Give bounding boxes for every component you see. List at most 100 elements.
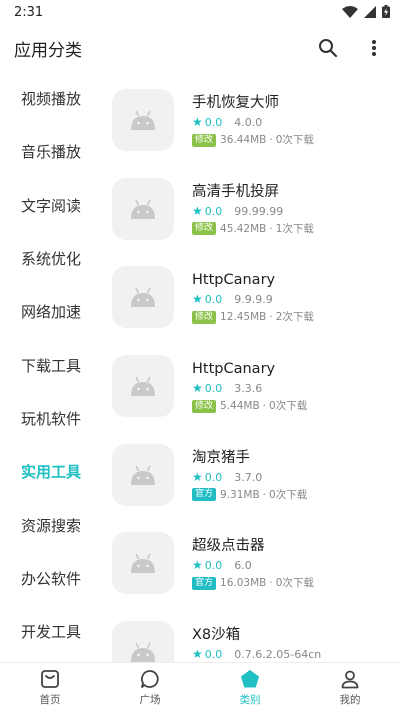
app-downloads: 0次下载 [275, 577, 314, 590]
app-rating: 0.0 [204, 116, 223, 129]
android-icon [131, 642, 155, 662]
android-icon [131, 288, 155, 308]
app-downloads: 1次下载 [275, 222, 314, 235]
app-icon [112, 177, 174, 240]
app-name: X8沙箱 [192, 627, 241, 644]
star-icon: ★ [192, 115, 203, 129]
android-icon [131, 110, 155, 130]
star-icon: ★ [192, 647, 203, 662]
app-version: 6.0 [234, 559, 252, 573]
mod-badge: 修改 [192, 133, 217, 147]
category-sidebar: 视频播放 音乐播放 文字阅读 系统优化 网络加速 下载工具 玩机软件 实用工具 … [0, 72, 100, 662]
sidebar-item-utilities[interactable]: 实用工具 [0, 445, 100, 498]
star-icon: ★ [192, 469, 203, 484]
list-item[interactable]: 超级点击器 ★ 0.0 6.0 官方 16.03MB · 0次下载 [100, 515, 400, 604]
wifi-icon [342, 3, 358, 22]
pentagon-icon [239, 668, 261, 690]
nav-item-home[interactable]: 首页 [0, 663, 100, 711]
list-item[interactable]: 淘京猪手 ★ 0.0 3.7.0 官方 9.31MB · 0次下载 [100, 427, 400, 516]
app-version: 4.0.0 [234, 116, 263, 129]
nav-item-mine[interactable]: 我的 [300, 663, 400, 711]
sidebar-item-phone-tools[interactable]: 玩机软件 [0, 392, 100, 445]
app-icon [112, 621, 174, 662]
sidebar-item-resource-search[interactable]: 资源搜索 [0, 498, 100, 551]
app-version: 9.9.9.9 [234, 293, 273, 307]
app-size: 45.42MB [220, 222, 267, 235]
list-item[interactable]: HttpCanary ★ 0.0 9.9.9.9 修改 12.45MB · 2次… [100, 249, 400, 338]
nav-item-plaza[interactable]: 广场 [100, 663, 200, 711]
app-downloads: 0次下载 [275, 134, 314, 146]
app-icon [112, 355, 174, 418]
nav-label: 我的 [339, 693, 361, 706]
app-rating: 0.0 [204, 648, 223, 662]
star-icon: ★ [192, 203, 203, 218]
app-icon [112, 532, 174, 595]
app-rating: 0.0 [204, 293, 223, 307]
list-item[interactable]: 手机恢复大师 ★ 0.0 4.0.0 修改 36.44MB · 0次下载 [100, 72, 400, 161]
app-name: 超级点击器 [192, 538, 265, 555]
sidebar-item-video[interactable]: 视频播放 [0, 72, 100, 125]
app-name: HttpCanary [192, 361, 276, 378]
list-item[interactable]: 高清手机投屏 ★ 0.0 99.99.99 修改 45.42MB · 1次下载 [100, 161, 400, 250]
star-icon: ★ [192, 292, 203, 307]
android-icon [131, 554, 155, 574]
app-name: HttpCanary [192, 272, 276, 289]
app-size: 5.44MB [220, 400, 260, 413]
app-version: 3.7.0 [234, 470, 263, 484]
app-downloads: 0次下载 [269, 488, 308, 501]
mod-badge: 修改 [192, 399, 217, 413]
more-options-button[interactable] [362, 36, 386, 60]
app-size: 16.03MB [220, 577, 267, 590]
page-title: 应用分类 [14, 40, 82, 61]
app-rating: 0.0 [204, 470, 223, 484]
sidebar-item-dev-tools[interactable]: 开发工具 [0, 605, 100, 658]
chat-bubble-icon [139, 668, 161, 690]
battery-icon [382, 3, 390, 22]
app-version: 3.3.6 [234, 382, 263, 396]
mod-badge: 修改 [192, 222, 217, 236]
app-version: 99.99.99 [234, 204, 284, 218]
star-icon: ★ [192, 381, 203, 396]
nav-item-category[interactable]: 类别 [200, 663, 300, 711]
list-item[interactable]: X8沙箱 ★ 0.0 0.7.6.2.05-64cn [100, 604, 400, 662]
app-rating: 0.0 [204, 559, 223, 573]
status-time: 2:31 [14, 4, 44, 20]
android-icon [131, 376, 155, 397]
sidebar-item-network[interactable]: 网络加速 [0, 285, 100, 338]
home-icon [39, 668, 61, 690]
app-icon [112, 89, 174, 151]
sidebar-item-music[interactable]: 音乐播放 [0, 125, 100, 178]
search-button[interactable] [316, 36, 340, 60]
sidebar-item-office[interactable]: 办公软件 [0, 552, 100, 605]
signal-icon [364, 3, 376, 22]
app-size: 12.45MB [220, 311, 267, 324]
app-downloads: 0次下载 [269, 400, 308, 413]
app-rating: 0.0 [204, 204, 223, 218]
status-bar: 2:31 [0, 0, 400, 24]
official-badge: 官方 [192, 576, 217, 590]
nav-label: 首页 [39, 693, 61, 706]
app-version: 0.7.6.2.05-64cn [234, 648, 322, 662]
bottom-navigation: 首页 广场 类别 我的 [0, 662, 400, 711]
more-vertical-icon [372, 40, 376, 56]
app-bar: 应用分类 [0, 24, 400, 72]
sidebar-item-download[interactable]: 下载工具 [0, 338, 100, 391]
app-downloads: 2次下载 [275, 311, 314, 324]
app-size: 36.44MB [220, 134, 267, 146]
nav-label: 类别 [239, 693, 261, 706]
app-icon [112, 443, 174, 506]
sidebar-item-reading[interactable]: 文字阅读 [0, 179, 100, 232]
app-name: 手机恢复大师 [192, 95, 279, 111]
search-icon [319, 39, 338, 58]
app-name: 淘京猪手 [192, 449, 250, 466]
person-icon [339, 668, 361, 690]
official-badge: 官方 [192, 488, 217, 502]
sidebar-item-system[interactable]: 系统优化 [0, 232, 100, 285]
app-name: 高清手机投屏 [192, 183, 279, 200]
app-list: 手机恢复大师 ★ 0.0 4.0.0 修改 36.44MB · 0次下载 高清手… [100, 72, 400, 662]
app-size: 9.31MB [220, 488, 260, 501]
android-icon [131, 465, 155, 485]
list-item[interactable]: HttpCanary ★ 0.0 3.3.6 修改 5.44MB · 0次下载 [100, 338, 400, 427]
nav-label: 广场 [139, 693, 161, 706]
star-icon: ★ [192, 558, 203, 573]
